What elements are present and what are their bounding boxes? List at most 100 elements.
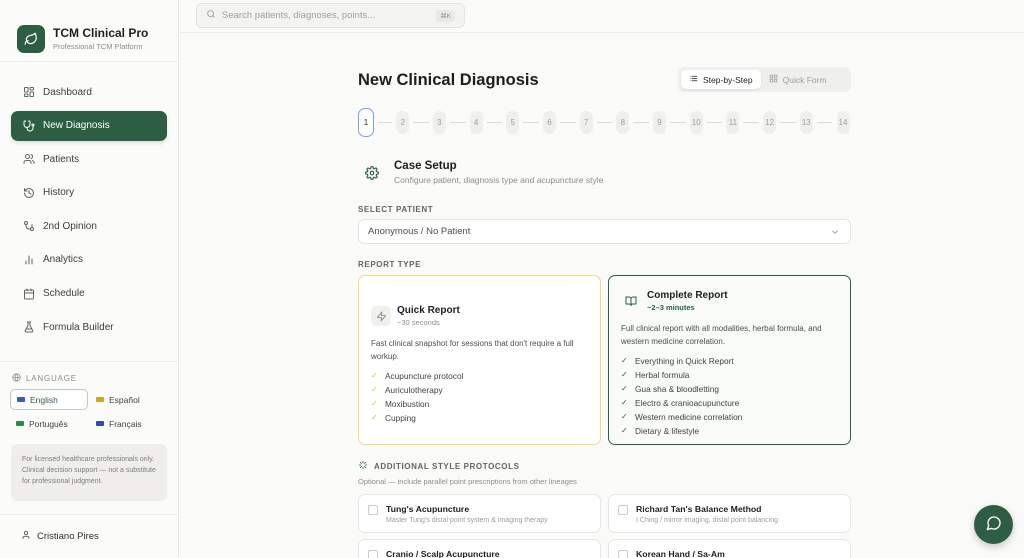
step-3[interactable]: 3 <box>432 111 446 134</box>
protocol-title: Richard Tan's Balance Method <box>636 504 762 514</box>
nav-item-2nd-opinion[interactable]: 2nd Opinion <box>11 211 167 241</box>
language-title: LANGUAGE <box>12 373 77 384</box>
complete-report-features: ✓ Everything in Quick Report ✓ Herbal form… <box>621 354 838 438</box>
complete-report-description: Full clinical report with all modalities… <box>621 324 822 346</box>
feature-item: ✓ Western medicine correlation <box>621 410 838 424</box>
chat-button[interactable] <box>974 505 1013 544</box>
brand-subtitle: Professional TCM Platform <box>53 42 143 51</box>
quick-report-duration: ~30 seconds <box>397 318 440 327</box>
feature-text: Auriculotherapy <box>385 385 443 395</box>
nav-label: Patients <box>43 153 80 165</box>
branch-icon <box>23 220 35 232</box>
nav-item-dashboard[interactable]: Dashboard <box>11 77 167 107</box>
search-placeholder: Search patients, diagnoses, points... <box>222 10 376 21</box>
language-option-francais[interactable]: Français <box>90 413 168 434</box>
users-icon <box>23 153 35 165</box>
step-12[interactable]: 12 <box>763 111 777 134</box>
check-icon: ✓ <box>621 412 628 421</box>
protocol-checkbox[interactable] <box>618 505 628 515</box>
lightning-icon <box>371 306 391 326</box>
dashboard-icon <box>23 86 35 98</box>
complete-report-card[interactable]: Complete Report ~2–3 minutes Full clinic… <box>608 275 851 445</box>
step-1[interactable]: 1 <box>358 108 374 137</box>
sparkle-icon <box>358 460 368 472</box>
step-connector <box>706 122 723 123</box>
language-option-espanol[interactable]: Español <box>90 389 168 410</box>
report-type-label: REPORT TYPE <box>358 260 422 269</box>
user-icon <box>21 530 31 543</box>
disclaimer: For licensed healthcare professionals on… <box>11 444 167 501</box>
brand[interactable]: TCM Clinical Pro Professional TCM Platfo… <box>0 0 178 62</box>
step-by-step-button[interactable]: Step-by-Step <box>681 70 761 89</box>
quick-report-description: Fast clinical snapshot for sessions that… <box>371 339 574 361</box>
step-connector <box>596 122 613 123</box>
step-10[interactable]: 10 <box>689 111 703 134</box>
nav-label: Dashboard <box>43 86 92 98</box>
search-input[interactable]: Search patients, diagnoses, points... ⌘K <box>196 3 465 28</box>
globe-icon <box>12 373 21 384</box>
feature-item: ✓ Dietary & lifestyle <box>621 424 838 438</box>
nav-item-history[interactable]: History <box>11 178 167 208</box>
language-label: Português <box>29 418 68 429</box>
nav-item-analytics[interactable]: Analytics <box>11 245 167 275</box>
step-11[interactable]: 11 <box>726 111 740 134</box>
quick-report-card[interactable]: Quick Report ~30 seconds Fast clinical s… <box>358 275 601 445</box>
language-title-text: LANGUAGE <box>26 374 77 383</box>
settings-gear-icon <box>358 159 386 187</box>
step-5[interactable]: 5 <box>506 111 520 134</box>
protocol-option-balance-method[interactable]: Richard Tan's Balance Method I Ching / m… <box>608 494 851 533</box>
chevron-down-icon <box>830 227 840 240</box>
main-nav: Dashboard New Diagnosis Patients History… <box>0 62 178 342</box>
protocol-option-korean-hand[interactable]: Korean Hand / Sa-Am <box>608 539 851 558</box>
step-by-step-label: Step-by-Step <box>703 74 753 85</box>
nav-item-formula-builder[interactable]: Formula Builder <box>11 312 167 342</box>
list-icon <box>689 74 698 85</box>
protocol-checkbox[interactable] <box>368 550 378 558</box>
user-name: Cristiano Pires <box>37 531 99 542</box>
step-connector <box>633 122 650 123</box>
step-2[interactable]: 2 <box>396 111 410 134</box>
step-14[interactable]: 14 <box>836 111 850 134</box>
nav-item-patients[interactable]: Patients <box>11 144 167 174</box>
brazil-flag-icon <box>16 421 24 426</box>
quick-report-title: Quick Report <box>397 305 460 316</box>
step-9[interactable]: 9 <box>653 111 667 134</box>
step-6[interactable]: 6 <box>542 111 556 134</box>
feature-item: ✓ Herbal formula <box>621 368 838 382</box>
patient-select-value: Anonymous / No Patient <box>368 226 471 237</box>
step-connector <box>413 122 429 123</box>
nav-item-new-diagnosis[interactable]: New Diagnosis <box>11 110 167 141</box>
stethoscope-icon <box>23 120 35 132</box>
language-option-portugues[interactable]: Português <box>10 413 88 434</box>
language-option-english[interactable]: English <box>10 389 88 410</box>
protocol-checkbox[interactable] <box>368 505 378 515</box>
mode-toggle: Step-by-Step Quick Form <box>678 67 851 92</box>
step-connector <box>378 122 393 123</box>
step-connector <box>449 122 466 123</box>
check-icon: ✓ <box>621 426 628 435</box>
feature-item: ✓ Moxibustion <box>371 397 588 411</box>
step-8[interactable]: 8 <box>616 111 630 134</box>
nav-item-schedule[interactable]: Schedule <box>11 279 167 309</box>
feature-text: Herbal formula <box>635 370 690 380</box>
feature-text: Cupping <box>385 413 416 423</box>
top-bar: Search patients, diagnoses, points... ⌘K <box>179 0 1024 33</box>
protocol-checkbox[interactable] <box>618 550 628 558</box>
calendar-icon <box>23 288 35 300</box>
step-13[interactable]: 13 <box>799 111 813 134</box>
language-label: English <box>30 394 58 405</box>
user-profile[interactable]: Cristiano Pires <box>21 530 99 543</box>
protocol-option-cranio-scalp[interactable]: Cranio / Scalp Acupuncture <box>358 539 601 558</box>
section-title: Case Setup <box>394 160 457 172</box>
step-7[interactable]: 7 <box>579 111 593 134</box>
quick-form-button[interactable]: Quick Form <box>761 70 835 89</box>
patient-select[interactable]: Anonymous / No Patient <box>358 219 851 244</box>
protocol-option-tungs[interactable]: Tung's Acupuncture Master Tung's distal … <box>358 494 601 533</box>
nav-label: Schedule <box>43 288 85 300</box>
step-4[interactable]: 4 <box>469 111 483 134</box>
search-shortcut: ⌘K <box>436 10 455 22</box>
complete-report-duration: ~2–3 minutes <box>647 303 695 312</box>
complete-report-title: Complete Report <box>647 290 728 301</box>
feature-text: Acupuncture protocol <box>385 371 464 381</box>
protocols-title-text: ADDITIONAL STYLE PROTOCOLS <box>374 461 520 471</box>
